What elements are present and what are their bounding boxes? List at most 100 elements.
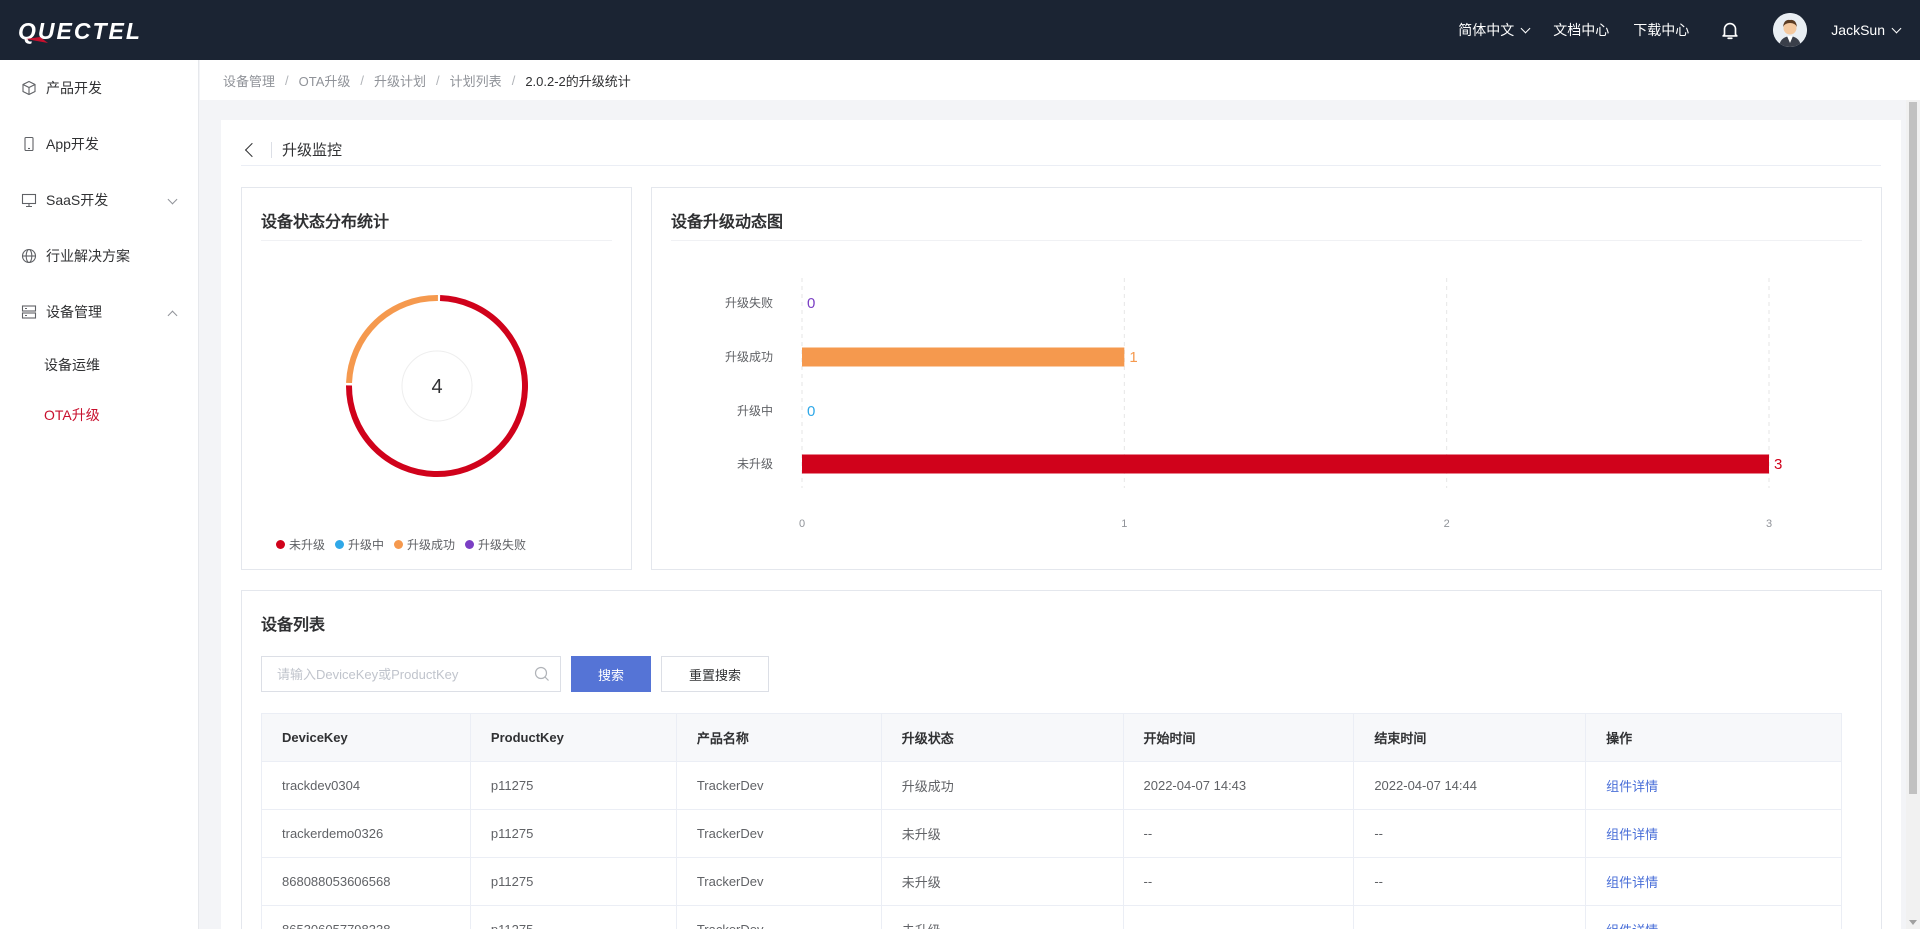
language-selector[interactable]: 简体中文 (1458, 20, 1531, 40)
bar-value-label: 3 (1774, 456, 1782, 473)
component-details-link[interactable]: 组件详情 (1585, 809, 1842, 858)
device-status-panel: 设备状态分布统计 4 未升级 升级中 升级成功 升级失败 (241, 187, 632, 570)
sidebar-subitem-label: OTA升级 (44, 407, 100, 423)
sidebar-subitem-ota-upgrade[interactable]: OTA升级 (0, 390, 198, 440)
sidebar-item-saas-dev[interactable]: SaaS开发 (0, 172, 198, 228)
component-details-link[interactable]: 组件详情 (1585, 857, 1842, 906)
table-cell: 未升级 (881, 809, 1124, 858)
sidebar-subitem-label: 设备运维 (44, 357, 100, 373)
page-scrollbar[interactable] (1906, 100, 1920, 929)
device-table: DeviceKey ProductKey 产品名称 升级状态 开始时间 结束时间… (261, 713, 1842, 929)
table-cell: p11275 (470, 905, 677, 929)
breadcrumb-item-current: 2.0.2-2的升级统计 (525, 73, 631, 89)
page-header: 升级监控 (241, 134, 1881, 166)
divider (271, 141, 272, 158)
column-header: 升级状态 (881, 713, 1124, 762)
sidebar-item-label: 行业解决方案 (46, 248, 130, 264)
table-row: 868088053606568 p11275 TrackerDev 未升级 --… (261, 857, 1842, 906)
legend-item-not-upgraded[interactable]: 未升级 (276, 536, 325, 553)
legend-item-upgrading[interactable]: 升级中 (335, 536, 384, 553)
y-category-label: 升级中 (737, 403, 773, 418)
component-details-link[interactable]: 组件详情 (1585, 905, 1842, 929)
breadcrumb-item-plan-list[interactable]: 计划列表 (450, 71, 502, 90)
legend-dot (276, 540, 285, 549)
donut-legend: 未升级 升级中 升级成功 升级失败 (276, 536, 536, 553)
language-label: 简体中文 (1458, 22, 1515, 38)
reset-search-button[interactable]: 重置搜索 (661, 656, 769, 692)
y-category-label: 升级失败 (725, 295, 773, 310)
table-cell: TrackerDev (676, 905, 882, 929)
legend-dot (394, 540, 404, 549)
bar-value-label: 0 (807, 295, 815, 312)
scroll-down-arrow-icon[interactable] (1909, 920, 1917, 925)
x-tick-label: 2 (1444, 518, 1450, 530)
sidebar-subitem-device-ops[interactable]: 设备运维 (0, 340, 198, 390)
sidebar-item-device-management[interactable]: 设备管理 (0, 284, 198, 340)
back-arrow-icon[interactable] (244, 142, 260, 157)
chevron-up-icon (167, 310, 178, 321)
table-cell: -- (1353, 905, 1587, 929)
upgrade-dynamics-panel: 设备升级动态图 0 1 2 3 升级失败 0 升级成功 1 升级中 0 未升级 3 (651, 187, 1882, 570)
table-cell: 865306057798338 (261, 905, 471, 929)
table-cell: 2022-04-07 14:43 (1123, 761, 1355, 810)
table-cell: -- (1353, 857, 1587, 906)
username[interactable]: JackSun (1831, 22, 1902, 38)
breadcrumb-item-ota[interactable]: OTA升级 (299, 71, 351, 90)
username-label: JackSun (1831, 22, 1885, 38)
legend-dot (465, 540, 475, 549)
table-cell: TrackerDev (676, 809, 882, 858)
table-cell: trackerdemo0326 (261, 809, 471, 858)
breadcrumb-separator: / (436, 72, 440, 88)
scrollbar-thumb[interactable] (1909, 102, 1917, 794)
column-header: 结束时间 (1353, 713, 1587, 762)
y-category-label: 升级成功 (725, 350, 773, 364)
bar[interactable] (802, 454, 1769, 474)
main-content: 升级监控 设备状态分布统计 4 未升级 升级中 升级成功 升级失败 设备升级动态… (221, 120, 1901, 929)
cube-icon (21, 80, 37, 96)
search-button[interactable]: 搜索 (571, 656, 651, 692)
column-header: 操作 (1585, 713, 1842, 762)
legend-label: 未升级 (289, 538, 326, 552)
search-input[interactable] (277, 666, 527, 682)
avatar[interactable] (1773, 13, 1808, 47)
table-cell: TrackerDev (676, 761, 882, 810)
bar[interactable] (802, 347, 1125, 367)
table-row: trackdev0304 p11275 TrackerDev 升级成功 2022… (261, 761, 1842, 810)
table-row: 865306057798338 p11275 TrackerDev 未升级 --… (261, 905, 1842, 929)
search-row: 搜索 重置搜索 (261, 656, 769, 692)
breadcrumb: 设备管理 / OTA升级 / 升级计划 / 计划列表 / 2.0.2-2的升级统计 (200, 60, 1920, 100)
sidebar-item-label: SaaS开发 (46, 192, 109, 208)
quectel-logo[interactable]: QUECTEL (18, 18, 190, 44)
table-cell: p11275 (470, 761, 677, 810)
component-details-link[interactable]: 组件详情 (1585, 761, 1842, 810)
table-row: trackerdemo0326 p11275 TrackerDev 未升级 --… (261, 809, 1842, 858)
donut-chart: 4 (346, 295, 528, 477)
search-icon[interactable] (534, 666, 550, 682)
x-tick-label: 1 (1121, 518, 1127, 530)
legend-item-failed[interactable]: 升级失败 (465, 536, 526, 553)
server-icon (21, 304, 37, 320)
sidebar-item-industry-solutions[interactable]: 行业解决方案 (0, 228, 198, 284)
sidebar-item-app-dev[interactable]: App开发 (0, 116, 198, 172)
table-cell: 升级成功 (881, 761, 1124, 810)
phone-icon (21, 136, 37, 152)
column-header: 产品名称 (676, 713, 882, 762)
docs-link[interactable]: 文档中心 (1553, 20, 1609, 40)
chevron-down-icon (167, 194, 178, 205)
page-title: 升级监控 (282, 142, 343, 159)
monitor-icon (21, 192, 37, 208)
upgrade-bar-chart: 0 1 2 3 升级失败 0 升级成功 1 升级中 0 未升级 3 (725, 278, 1782, 530)
downloads-link[interactable]: 下载中心 (1633, 20, 1689, 40)
breadcrumb-item-upgrade-plan[interactable]: 升级计划 (374, 71, 426, 90)
globe-icon (21, 248, 37, 264)
table-cell: -- (1123, 905, 1355, 929)
legend-dot (335, 540, 345, 549)
sidebar-item-label: 设备管理 (46, 304, 102, 320)
donut-total: 4 (431, 376, 442, 398)
legend-item-success[interactable]: 升级成功 (394, 536, 455, 553)
sidebar-item-product-dev[interactable]: 产品开发 (0, 60, 198, 116)
column-header: 开始时间 (1123, 713, 1355, 762)
table-cell: -- (1353, 809, 1587, 858)
bell-icon[interactable] (1719, 19, 1741, 41)
breadcrumb-item-device-management[interactable]: 设备管理 (223, 71, 275, 90)
